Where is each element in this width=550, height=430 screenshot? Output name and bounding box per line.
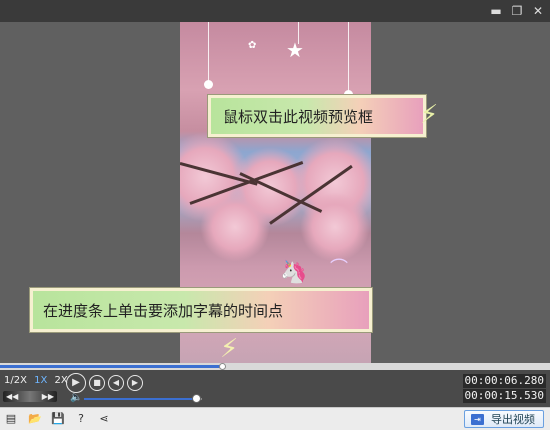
volume-knob[interactable] [192, 394, 202, 403]
prev-frame-button[interactable]: ◀ [108, 375, 124, 391]
player-controls: 1/2X 1X 2X ◀◀ ▶▶ ▶ ■ ◀ ▶ 🔈 00:00:06.280 … [0, 370, 550, 407]
new-project-icon[interactable]: ▤ [4, 412, 18, 426]
speaker-icon[interactable]: 🔈 [70, 392, 82, 403]
progress-played [0, 365, 222, 368]
preview-stage: ★ ✿ 🦄 ⌒ ✦ ⚡ 鼠标双击此视频预览框 ⚡ 在进度条上单击要添加字幕的时间… [0, 22, 550, 363]
tip-callout-top-text: 鼠标双击此视频预览框 [223, 108, 374, 126]
restore-icon[interactable]: ❐ [509, 3, 525, 19]
rainbow-icon: ⌒ [330, 258, 348, 279]
help-icon[interactable]: ? [74, 412, 88, 426]
step-slider[interactable]: ◀◀ ▶▶ [3, 391, 57, 402]
unicorn-icon: 🦄 [280, 260, 308, 285]
save-icon[interactable]: 💾 [51, 412, 65, 426]
lightning-icon: ⚡ [220, 334, 239, 363]
export-video-button[interactable]: ⇥ 导出视频 [464, 410, 544, 428]
fast-forward-icon[interactable]: ▶▶ [42, 391, 54, 402]
export-icon: ⇥ [471, 414, 484, 425]
open-folder-icon[interactable]: 📂 [28, 412, 42, 426]
current-time: 00:00:06.280 [462, 374, 546, 388]
export-video-label: 导出视频 [491, 413, 535, 426]
star-icon: ★ [286, 38, 304, 62]
speed-half[interactable]: 1/2X [4, 373, 27, 389]
speed-selector: 1/2X 1X 2X [4, 373, 72, 389]
prev-frame-icon: ◀ [112, 378, 120, 387]
volume-fill [84, 398, 197, 400]
next-frame-icon: ▶ [131, 378, 139, 387]
tip-callout-bottom: 在进度条上单击要添加字幕的时间点 [30, 288, 372, 332]
play-button[interactable]: ▶ [66, 373, 86, 393]
rewind-icon[interactable]: ◀◀ [6, 391, 18, 402]
total-time: 00:00:15.530 [462, 389, 546, 403]
stop-icon: ■ [93, 378, 101, 387]
flower-icon: ✿ [248, 40, 257, 51]
close-icon[interactable]: ✕ [530, 3, 546, 19]
stop-button[interactable]: ■ [89, 375, 105, 391]
minimize-icon[interactable]: ▬ [488, 3, 504, 19]
tip-callout-top: 鼠标双击此视频预览框 [208, 95, 426, 137]
next-frame-button[interactable]: ▶ [127, 375, 143, 391]
bottom-toolbar: ▤ 📂 💾 ? ⋖ ⇥ 导出视频 [0, 407, 550, 430]
play-icon: ▶ [72, 377, 80, 388]
speed-normal[interactable]: 1X [34, 373, 47, 389]
share-icon[interactable]: ⋖ [97, 412, 111, 426]
lightning-icon: ⚡ [420, 100, 439, 130]
tip-callout-bottom-text: 在进度条上单击要添加字幕的时间点 [43, 302, 284, 320]
progress-knob[interactable] [218, 363, 226, 370]
title-bar: ▬ ❐ ✕ [0, 0, 550, 22]
